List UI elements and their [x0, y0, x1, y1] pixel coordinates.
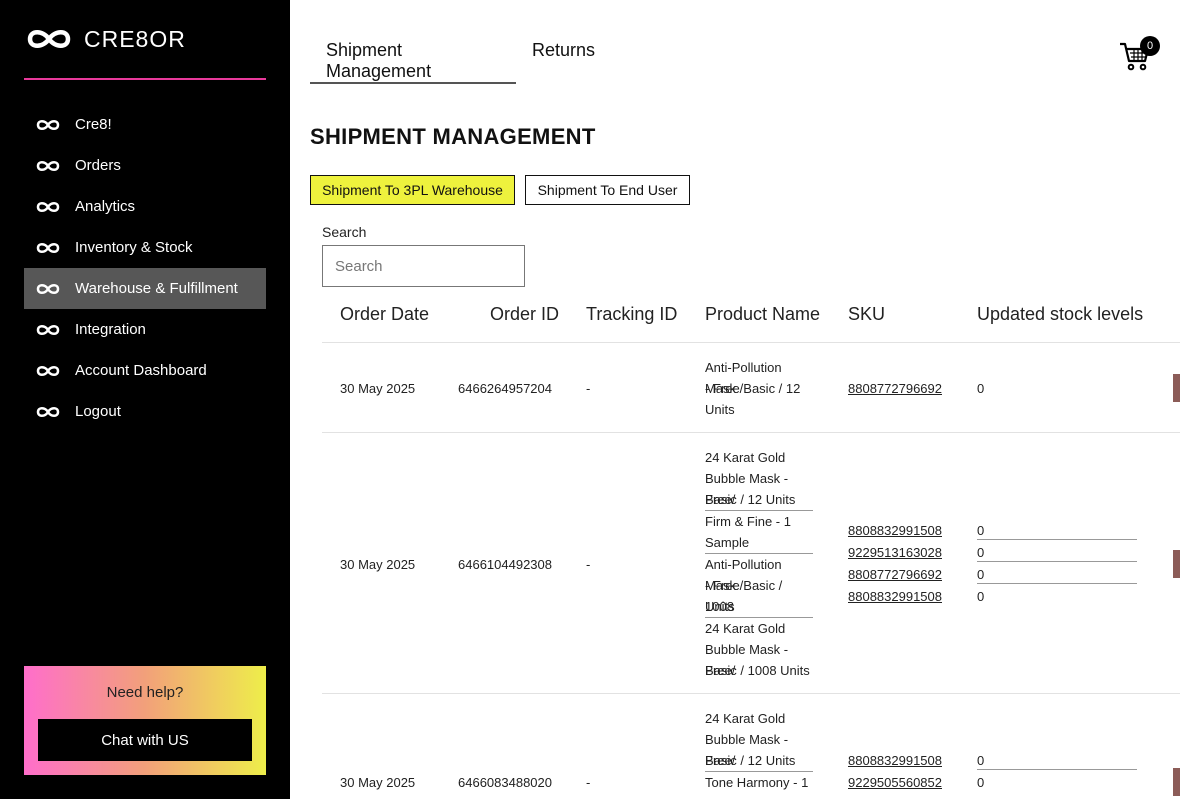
brand-name: CRE8OR	[84, 25, 186, 52]
infinity-icon	[27, 30, 71, 48]
sidebar-item-label: Analytics	[75, 198, 136, 215]
stock-level: 0	[977, 752, 1137, 770]
product-name-line: Tone Harmony - 1	[705, 775, 809, 790]
row-divider	[322, 432, 1180, 433]
product-name-line: Units	[705, 596, 813, 618]
order-date: 30 May 2025	[340, 557, 416, 572]
product-name-line: Units	[705, 402, 735, 417]
stock-level: 0	[977, 544, 1137, 562]
tab-bar: Shipment Management Returns	[310, 40, 611, 84]
chat-button[interactable]: Chat with US	[38, 719, 252, 761]
column-header-order-id[interactable]: Order ID	[490, 304, 559, 325]
product-name-line: Sample	[705, 532, 813, 554]
sidebar-item-label: Orders	[75, 157, 121, 174]
order-date: 30 May 2025	[340, 775, 416, 790]
row-divider	[322, 693, 1180, 694]
infinity-icon	[36, 324, 60, 335]
sidebar-item-orders[interactable]: Orders	[24, 145, 266, 186]
column-header-tracking-id[interactable]: Tracking ID	[586, 304, 677, 325]
row-action-handle[interactable]	[1173, 550, 1180, 578]
column-header-product-name[interactable]: Product Name	[705, 304, 820, 325]
infinity-icon	[36, 201, 60, 212]
tab-returns[interactable]: Returns	[516, 40, 611, 84]
tracking-id: -	[586, 775, 591, 790]
help-card: Need help? Chat with US	[24, 666, 266, 775]
stock-level: 0	[977, 522, 1137, 540]
infinity-icon	[36, 119, 60, 130]
product-name-line: 24 Karat Gold	[705, 621, 786, 636]
brand-logo[interactable]: CRE8OR	[24, 24, 186, 54]
order-id: 6466083488020	[458, 775, 552, 790]
product-name-line: 24 Karat Gold	[705, 450, 786, 465]
order-id: 6466104492308	[458, 557, 552, 572]
sidebar-nav: Cre8! Orders Analytics Inventory & Stock…	[24, 104, 266, 432]
page-title: SHIPMENT MANAGEMENT	[310, 124, 596, 149]
stock-level: 0	[977, 589, 985, 604]
table-header-divider	[322, 342, 1180, 343]
product-name-line: Basic / 12 Units	[705, 489, 813, 511]
sidebar-item-cre8[interactable]: Cre8!	[24, 104, 266, 145]
product-name-line: - Free/Basic / 12	[705, 381, 801, 396]
order-id: 6466264957204	[458, 381, 552, 396]
brand-divider	[24, 78, 266, 80]
sku-link[interactable]: 9229513163028	[848, 544, 942, 561]
sku-link[interactable]: 8808832991508	[848, 752, 942, 769]
sidebar-item-analytics[interactable]: Analytics	[24, 186, 266, 227]
sidebar-item-warehouse[interactable]: Warehouse & Fulfillment	[24, 268, 266, 309]
column-header-stock-levels[interactable]: Updated stock levels	[977, 304, 1143, 325]
shipment-3pl-button[interactable]: Shipment To 3PL Warehouse	[310, 175, 515, 205]
sidebar-item-label: Warehouse & Fulfillment	[75, 280, 238, 297]
stock-level: 0	[977, 381, 985, 396]
product-name-line: Basic / 12 Units	[705, 750, 813, 772]
sidebar-item-label: Cre8!	[75, 116, 112, 133]
order-date: 30 May 2025	[340, 381, 416, 396]
tab-shipment-management[interactable]: Shipment Management	[310, 40, 516, 84]
product-name-line: Basic / 1008 Units	[705, 663, 810, 678]
stock-level: 0	[977, 775, 985, 790]
sidebar-item-label: Account Dashboard	[75, 362, 207, 379]
sidebar: CRE8OR Cre8! Orders Analytics Inventory …	[0, 0, 290, 799]
sidebar-item-account[interactable]: Account Dashboard	[24, 350, 266, 391]
column-header-order-date[interactable]: Order Date	[340, 304, 429, 325]
sku-link[interactable]: 8808772796692	[848, 380, 942, 397]
row-action-handle[interactable]	[1173, 768, 1180, 796]
sku-link[interactable]: 8808832991508	[848, 522, 942, 539]
sku-link[interactable]: 8808832991508	[848, 588, 942, 605]
search-input[interactable]	[322, 245, 525, 287]
tracking-id: -	[586, 557, 591, 572]
infinity-icon	[36, 160, 60, 171]
search-label: Search	[322, 224, 367, 240]
sidebar-item-integration[interactable]: Integration	[24, 309, 266, 350]
sidebar-item-label: Integration	[75, 321, 146, 338]
stock-level: 0	[977, 566, 1137, 584]
row-action-handle[interactable]	[1173, 374, 1180, 402]
cart-count-badge: 0	[1140, 36, 1160, 56]
infinity-icon	[36, 365, 60, 376]
product-name-line: Firm & Fine - 1	[705, 514, 791, 529]
column-header-sku[interactable]: SKU	[848, 304, 885, 325]
sidebar-item-inventory[interactable]: Inventory & Stock	[24, 227, 266, 268]
shipment-end-user-button[interactable]: Shipment To End User	[525, 175, 690, 205]
infinity-icon	[36, 242, 60, 253]
sidebar-item-label: Inventory & Stock	[75, 239, 193, 256]
infinity-icon	[36, 406, 60, 417]
infinity-icon	[36, 283, 60, 294]
sku-link[interactable]: 8808772796692	[848, 566, 942, 583]
sidebar-item-logout[interactable]: Logout	[24, 391, 266, 432]
tracking-id: -	[586, 381, 591, 396]
cart-button[interactable]: 0	[1118, 36, 1162, 76]
sidebar-item-label: Logout	[75, 403, 121, 420]
sku-link[interactable]: 9229505560852	[848, 774, 942, 791]
help-title: Need help?	[106, 684, 184, 701]
product-name-line: 24 Karat Gold	[705, 711, 786, 726]
